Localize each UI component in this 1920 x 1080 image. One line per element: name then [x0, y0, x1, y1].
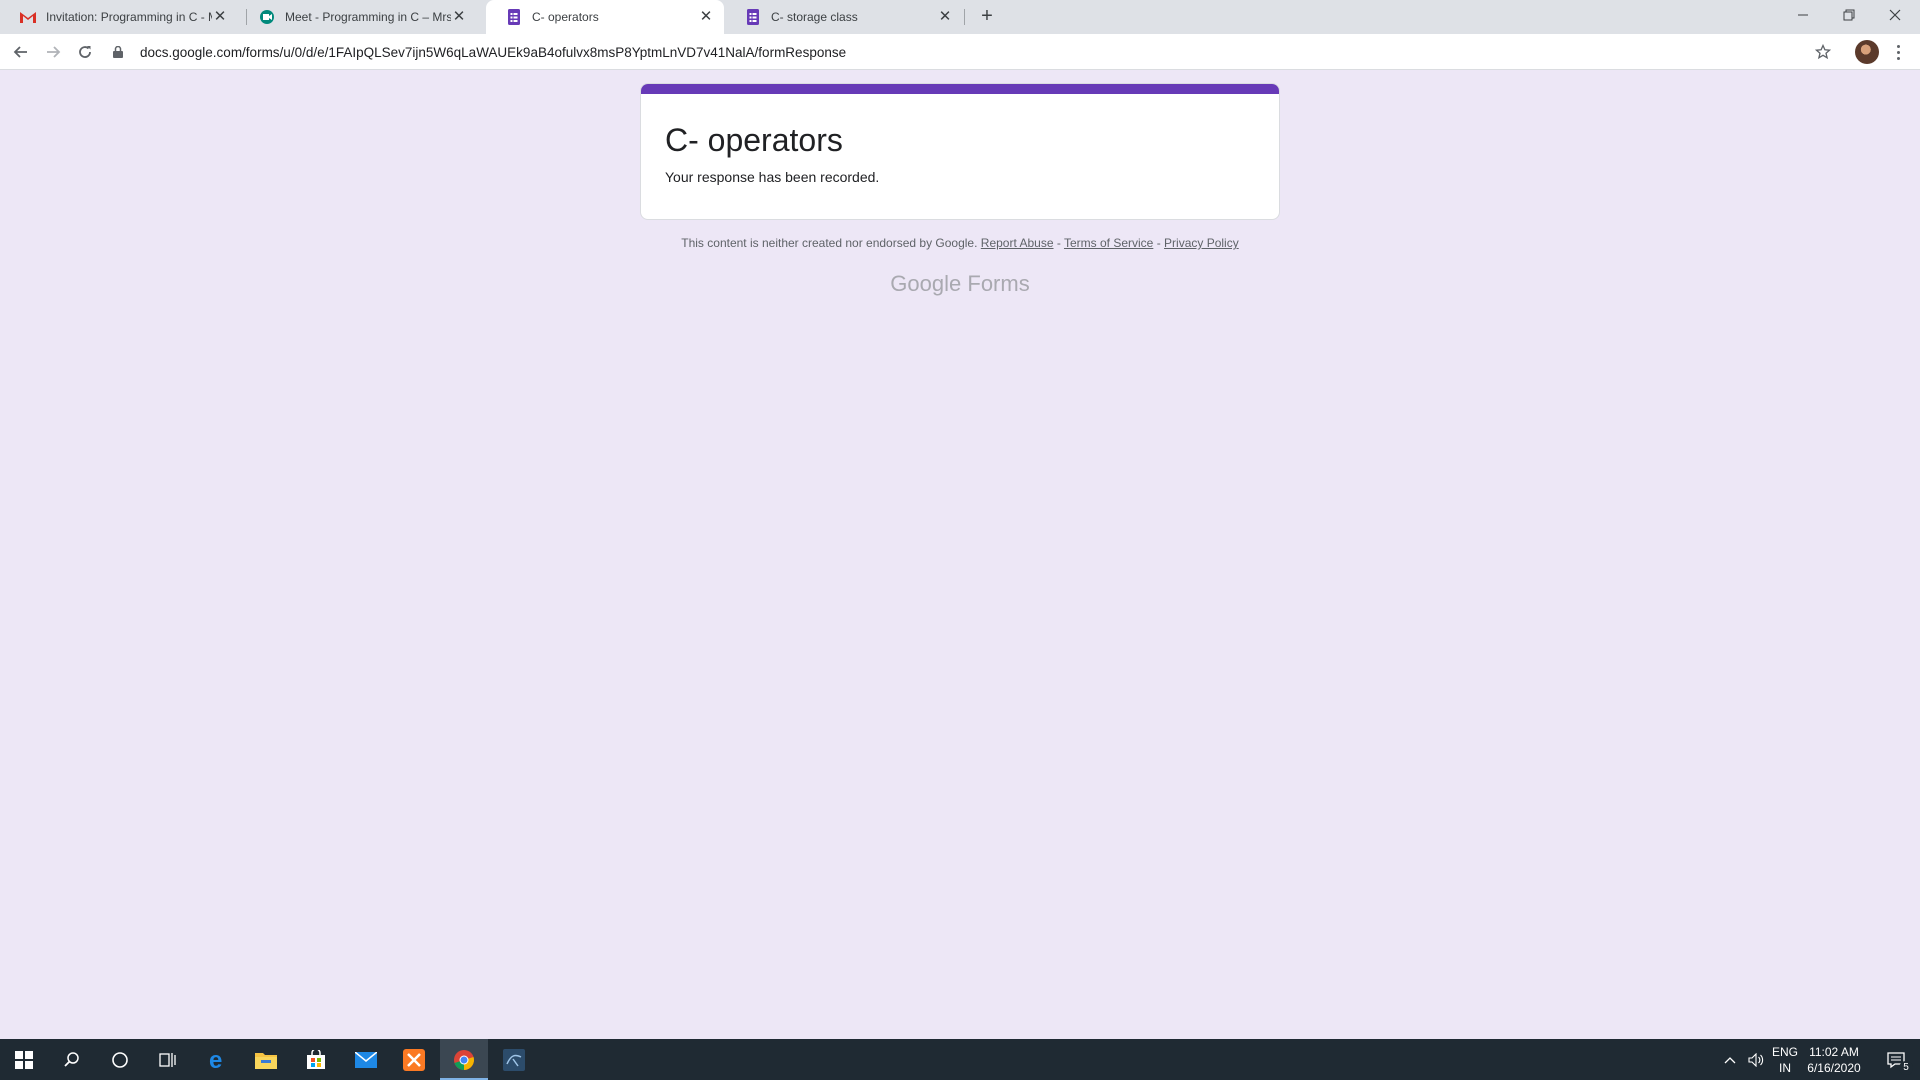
file-explorer-icon[interactable]: [242, 1039, 290, 1080]
lock-icon: [110, 44, 126, 60]
close-icon[interactable]: ✕: [698, 9, 714, 25]
forward-button[interactable]: [41, 40, 65, 64]
report-abuse-link[interactable]: Report Abuse: [981, 236, 1054, 250]
profile-avatar[interactable]: [1855, 40, 1879, 64]
privacy-policy-link[interactable]: Privacy Policy: [1164, 236, 1239, 250]
reload-button[interactable]: [73, 40, 97, 64]
tab-c-storage-class[interactable]: C- storage class ✕: [725, 0, 963, 34]
more-menu-icon[interactable]: [1888, 40, 1908, 64]
store-icon[interactable]: [292, 1039, 340, 1080]
form-accent-bar: [641, 84, 1279, 94]
google-forms-logo[interactable]: Google Forms: [0, 271, 1920, 297]
clock-date: 6/16/2020: [1807, 1061, 1861, 1075]
address-bar[interactable]: docs.google.com/forms/u/0/d/e/1FAIpQLSev…: [110, 37, 1820, 67]
logo-google: Google: [890, 271, 962, 296]
form-title: C- operators: [665, 122, 843, 158]
tab-title: Invitation: Programming in C - M: [46, 10, 212, 24]
tab-meet[interactable]: Meet - Programming in C – Mrs. ✕: [239, 0, 477, 34]
separator: -: [1056, 236, 1061, 250]
tab-title: C- storage class: [771, 10, 858, 24]
close-icon[interactable]: ✕: [937, 9, 953, 25]
restore-icon: [1843, 9, 1855, 21]
mail-icon[interactable]: [342, 1039, 390, 1080]
xampp-icon[interactable]: [390, 1039, 438, 1080]
region-code: IN: [1779, 1061, 1791, 1075]
new-tab-button[interactable]: +: [975, 5, 999, 29]
close-icon: [1889, 9, 1901, 21]
mysql-workbench-icon[interactable]: [490, 1039, 538, 1080]
bookmark-star-icon[interactable]: [1813, 42, 1833, 62]
close-icon[interactable]: ✕: [212, 9, 228, 25]
terms-of-service-link[interactable]: Terms of Service: [1064, 236, 1153, 250]
tab-gmail-invitation[interactable]: Invitation: Programming in C - M ✕: [0, 0, 238, 34]
browser-toolbar: docs.google.com/forms/u/0/d/e/1FAIpQLSev…: [0, 34, 1920, 70]
meet-icon: [259, 9, 275, 25]
action-center-button[interactable]: 5: [1872, 1039, 1920, 1080]
tab-title: Meet - Programming in C – Mrs.: [285, 10, 451, 24]
restore-button[interactable]: [1826, 0, 1872, 30]
tab-c-operators[interactable]: C- operators ✕: [486, 0, 724, 34]
back-arrow-icon: [13, 46, 27, 58]
search-icon[interactable]: [48, 1039, 96, 1080]
cortana-icon[interactable]: [96, 1039, 144, 1080]
start-icon[interactable]: [0, 1039, 48, 1080]
windows-taskbar: e ENG IN 11:02 AM 6/16/2020 5: [0, 1039, 1920, 1080]
form-footer: This content is neither created nor endo…: [0, 236, 1920, 250]
task-view-icon[interactable]: [144, 1039, 192, 1080]
forms-icon: [745, 9, 761, 25]
language-code: ENG: [1771, 1045, 1798, 1059]
minimize-button[interactable]: [1780, 0, 1826, 30]
tab-title: C- operators: [532, 10, 599, 24]
show-hidden-icons-chevron-icon[interactable]: [1716, 1039, 1744, 1080]
forms-icon: [506, 9, 522, 25]
form-page: C- operators Your response has been reco…: [0, 71, 1920, 1039]
close-window-button[interactable]: [1872, 0, 1918, 30]
edge-icon[interactable]: e: [194, 1039, 242, 1080]
language-indicator[interactable]: ENG IN: [1770, 1044, 1800, 1076]
volume-icon[interactable]: [1742, 1039, 1770, 1080]
clock-time: 11:02 AM: [1809, 1045, 1859, 1059]
chrome-icon[interactable]: [440, 1039, 488, 1080]
tab-strip: Invitation: Programming in C - M ✕ Meet …: [0, 0, 1920, 34]
svg-text:e: e: [209, 1049, 222, 1071]
confirmation-message: Your response has been recorded.: [665, 169, 880, 185]
logo-forms: Forms: [967, 271, 1030, 296]
back-button[interactable]: [9, 40, 33, 64]
reload-icon: [79, 46, 91, 58]
minimize-icon: [1798, 14, 1808, 16]
tab-divider: [964, 9, 965, 25]
separator: -: [1156, 236, 1161, 250]
close-icon[interactable]: ✕: [451, 9, 467, 25]
form-confirmation-card: C- operators Your response has been reco…: [640, 83, 1280, 220]
notification-count-badge: 5: [1899, 1061, 1913, 1075]
gmail-icon: [20, 9, 36, 25]
disclaimer-text: This content is neither created nor endo…: [681, 236, 978, 250]
forward-arrow-icon: [47, 46, 61, 58]
clock[interactable]: 11:02 AM 6/16/2020: [1800, 1044, 1868, 1076]
url-text: docs.google.com/forms/u/0/d/e/1FAIpQLSev…: [140, 44, 847, 60]
